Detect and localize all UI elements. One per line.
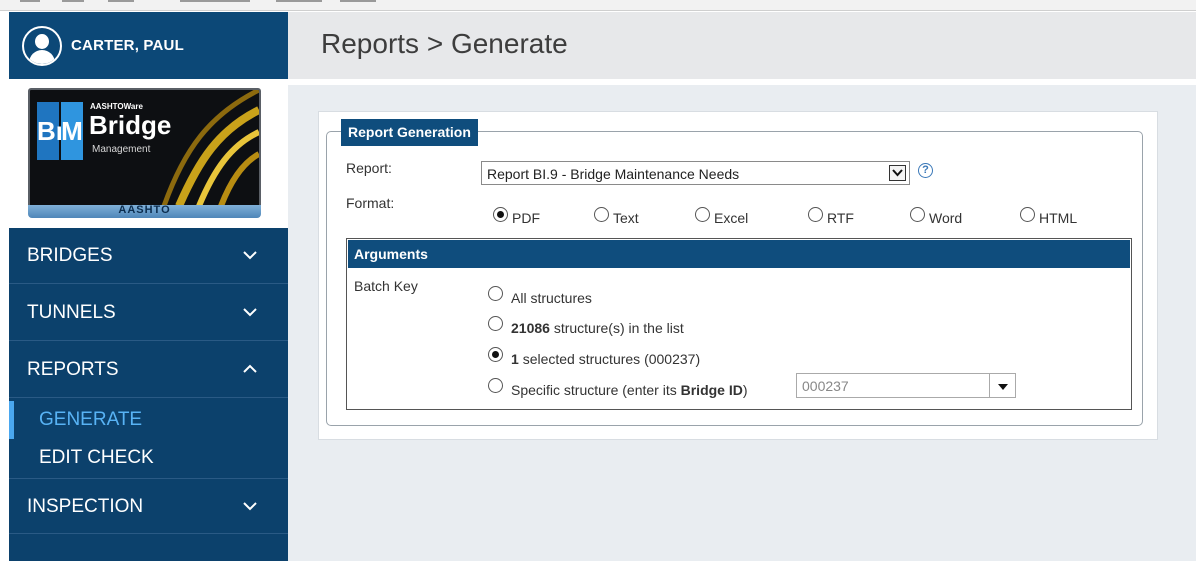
batch-list-count: 21086 bbox=[511, 320, 550, 336]
batch-specific-prefix: Specific structure (enter its bbox=[511, 382, 681, 398]
chevron-down-icon bbox=[243, 308, 257, 317]
nav-tunnels[interactable]: TUNNELS bbox=[9, 285, 288, 341]
nav-bridges-label: BRIDGES bbox=[27, 245, 113, 266]
logo-br: Br bbox=[37, 102, 66, 160]
format-excel-radio[interactable] bbox=[695, 207, 710, 222]
header-divider bbox=[288, 79, 1196, 85]
logo-line3: Management bbox=[92, 144, 151, 155]
batch-selected-count: 1 bbox=[511, 351, 519, 367]
format-text-radio[interactable] bbox=[594, 207, 609, 222]
chevron-down-icon bbox=[243, 502, 257, 511]
nav-bridges[interactable]: BRIDGES bbox=[9, 228, 288, 284]
user-avatar-icon bbox=[22, 25, 62, 66]
format-pdf-radio[interactable] bbox=[493, 207, 508, 222]
sidebar: CARTER, PAUL Br M AASHTOWare Bridge Mana… bbox=[9, 12, 288, 561]
batch-specific-radio[interactable] bbox=[488, 378, 503, 393]
batch-selected-label: 1 selected structures (000237) bbox=[511, 351, 700, 367]
logo-m: M bbox=[61, 102, 83, 160]
nav-sub-edit-check[interactable]: EDIT CHECK bbox=[9, 439, 288, 477]
format-word-label: Word bbox=[929, 210, 963, 226]
page-title: Reports > Generate bbox=[321, 28, 568, 59]
nav-inspection-label: INSPECTION bbox=[27, 496, 144, 517]
logo-footer: AASHTO bbox=[28, 204, 261, 218]
format-rtf-label: RTF bbox=[827, 210, 854, 226]
brm-logo: Br M AASHTOWare Bridge Management bbox=[28, 88, 261, 208]
format-label: Format: bbox=[346, 195, 395, 211]
report-select[interactable]: Report BI.9 - Bridge Maintenance Needs bbox=[481, 161, 910, 185]
dropdown-arrow-icon[interactable] bbox=[889, 165, 906, 181]
format-rtf-radio[interactable] bbox=[808, 207, 823, 222]
batch-list-label: 21086 structure(s) in the list bbox=[511, 320, 684, 336]
nav-reports[interactable]: REPORTS bbox=[9, 342, 288, 398]
arguments-header: Arguments bbox=[348, 240, 1130, 268]
bridge-id-dropdown[interactable] bbox=[990, 373, 1016, 398]
batch-specific-bold: Bridge ID bbox=[680, 382, 743, 398]
format-html-radio[interactable] bbox=[1020, 207, 1035, 222]
chevron-down-icon bbox=[243, 251, 257, 260]
batch-list-suffix: structure(s) in the list bbox=[553, 320, 684, 336]
bridge-id-placeholder: 000237 bbox=[802, 378, 849, 394]
batch-specific-label: Specific structure (enter its Bridge ID) bbox=[511, 382, 748, 398]
page-header: Reports > Generate bbox=[288, 12, 1196, 79]
batch-list-radio[interactable] bbox=[488, 316, 503, 331]
nav-sub-generate[interactable]: GENERATE bbox=[9, 401, 288, 439]
batch-selected-radio[interactable] bbox=[488, 347, 503, 362]
chevron-up-icon bbox=[243, 364, 257, 373]
user-name: CARTER, PAUL bbox=[71, 37, 184, 54]
help-icon[interactable]: ? bbox=[918, 163, 933, 178]
nav-sub-generate-label: GENERATE bbox=[39, 409, 143, 430]
user-bar[interactable]: CARTER, PAUL bbox=[9, 12, 288, 79]
report-generation-legend: Report Generation bbox=[341, 119, 478, 146]
bridge-id-input[interactable]: 000237 bbox=[796, 373, 990, 398]
report-select-value: Report BI.9 - Bridge Maintenance Needs bbox=[487, 166, 740, 182]
format-excel-label: Excel bbox=[714, 210, 749, 226]
batch-all-radio[interactable] bbox=[488, 286, 503, 301]
nav-sub-edit-check-label: EDIT CHECK bbox=[39, 447, 154, 468]
format-text-label: Text bbox=[613, 210, 639, 226]
window-menu-bar bbox=[0, 0, 1196, 11]
arguments-title: Arguments bbox=[354, 246, 428, 262]
batch-selected-suffix: selected structures (000237) bbox=[522, 351, 701, 367]
format-word-radio[interactable] bbox=[910, 207, 925, 222]
caret-down-icon bbox=[998, 384, 1008, 390]
batch-key-label: Batch Key bbox=[354, 278, 418, 294]
road-graphic-icon bbox=[161, 90, 259, 206]
batch-specific-suffix: ) bbox=[742, 382, 748, 398]
nav-inspection[interactable]: INSPECTION bbox=[9, 478, 288, 534]
active-indicator bbox=[9, 401, 14, 439]
nav-tunnels-label: TUNNELS bbox=[27, 302, 116, 323]
logo-footer-text: AASHTO bbox=[118, 204, 171, 216]
report-label: Report: bbox=[346, 160, 392, 176]
nav-reports-label: REPORTS bbox=[27, 359, 119, 380]
batch-all-label: All structures bbox=[511, 290, 592, 306]
logo-area: Br M AASHTOWare Bridge Management AASHTO bbox=[9, 79, 288, 228]
format-pdf-label: PDF bbox=[512, 210, 540, 226]
format-html-label: HTML bbox=[1039, 210, 1078, 226]
